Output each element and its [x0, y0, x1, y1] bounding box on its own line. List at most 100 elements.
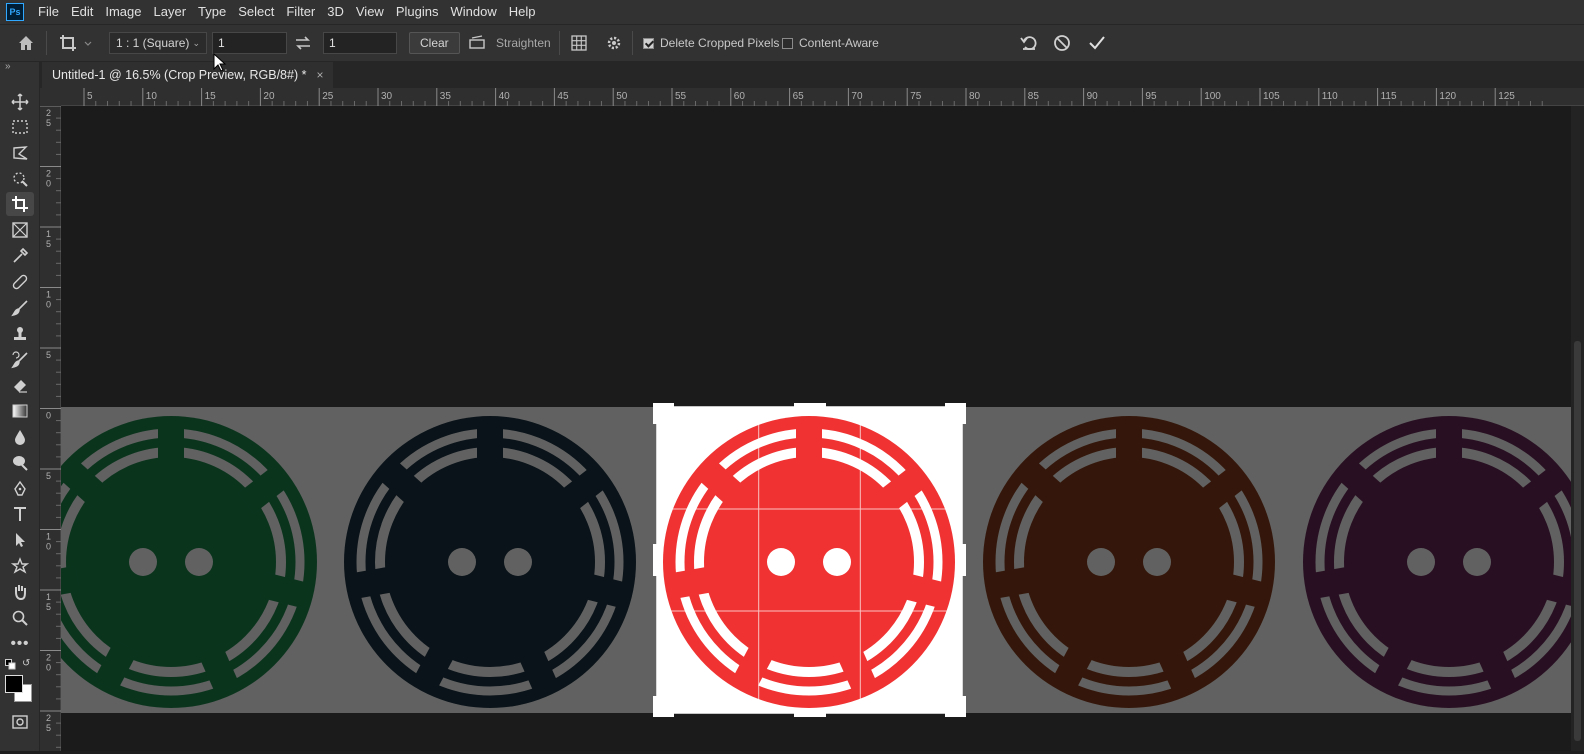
menu-file[interactable]: File — [32, 0, 65, 24]
ruler-tick-label: 15 — [205, 91, 217, 102]
ratio-preset-value: 1 : 1 (Square) — [116, 36, 190, 50]
cancel-crop-icon[interactable] — [1052, 32, 1072, 54]
overlay-grid-icon[interactable] — [570, 32, 588, 54]
lasso-tool-icon[interactable] — [6, 141, 34, 165]
ruler-tick-label: 0 — [46, 179, 51, 189]
ruler-tick-label: 2 — [46, 653, 51, 663]
ruler-tick-label: 0 — [46, 663, 51, 673]
clone-stamp-tool-icon[interactable] — [6, 322, 34, 346]
menu-window[interactable]: Window — [444, 0, 502, 24]
marquee-tool-icon[interactable] — [6, 115, 34, 139]
crop-tool-preset-icon[interactable] — [58, 32, 92, 54]
crop-tool-icon[interactable] — [6, 192, 34, 216]
swap-dimensions-icon[interactable] — [294, 32, 312, 54]
content-aware-checkbox[interactable]: Content-Aware — [782, 32, 879, 54]
clear-button[interactable]: Clear — [409, 32, 460, 54]
close-icon[interactable]: × — [316, 68, 323, 82]
menu-type[interactable]: Type — [192, 0, 232, 24]
ruler-tick-label: 1 — [46, 290, 51, 300]
ruler-tick-label: 5 — [46, 471, 51, 481]
ruler-tick-label: 45 — [557, 91, 569, 102]
document-tab[interactable]: Untitled-1 @ 16.5% (Crop Preview, RGB/8#… — [42, 62, 334, 88]
ruler-tick-label: 25 — [322, 91, 334, 102]
red-button — [663, 416, 955, 708]
default-colors-icon[interactable] — [5, 658, 16, 673]
straighten-label: Straighten — [496, 36, 551, 50]
ruler-tick-label: 1 — [46, 532, 51, 542]
frame-tool-icon[interactable] — [6, 218, 34, 242]
gear-icon[interactable] — [605, 32, 623, 54]
blur-tool-icon[interactable] — [6, 425, 34, 449]
ruler-tick-label: 40 — [499, 91, 511, 102]
canvas-area[interactable] — [25, 106, 1584, 751]
commit-crop-icon[interactable] — [1087, 32, 1107, 54]
ruler-tick-label: 85 — [1028, 91, 1040, 102]
path-selection-tool-icon[interactable] — [6, 528, 34, 552]
menu-edit[interactable]: Edit — [65, 0, 99, 24]
more-tools-icon[interactable]: ••• — [6, 631, 34, 655]
history-brush-tool-icon[interactable] — [6, 348, 34, 372]
ruler-tick-label: 30 — [381, 91, 393, 102]
gradient-tool-icon[interactable] — [6, 399, 34, 423]
home-icon[interactable] — [16, 32, 36, 54]
menu-select[interactable]: Select — [232, 0, 280, 24]
ruler-tick-label: 95 — [1145, 91, 1157, 102]
ruler-tick-label: 20 — [263, 91, 275, 102]
ruler-tick-label: 2 — [46, 108, 51, 118]
type-tool-icon[interactable] — [6, 502, 34, 526]
ratio-preset-select[interactable]: 1 : 1 (Square) ⌄ — [109, 32, 207, 54]
menu-view[interactable]: View — [350, 0, 390, 24]
horizontal-ruler[interactable]: 5 10 15 20 25 30 35 40 45 50 55 60 65 70 75 80 85 90 95 100… — [61, 88, 1584, 106]
shape-tool-icon[interactable] — [6, 554, 34, 578]
ruler-tick-label: 90 — [1087, 91, 1099, 102]
mouse-cursor-icon — [213, 53, 227, 72]
ruler-tick-label: 5 — [87, 91, 93, 102]
delete-cropped-pixels-checkbox[interactable]: Delete Cropped Pixels — [643, 32, 779, 54]
brush-tool-icon[interactable] — [6, 296, 34, 320]
swap-colors-icon[interactable]: ↺ — [22, 658, 30, 669]
menu-image[interactable]: Image — [99, 0, 147, 24]
ruler-tick-label: 100 — [1204, 91, 1221, 102]
zoom-tool-icon[interactable] — [6, 606, 34, 630]
ruler-tick-label: 65 — [793, 91, 805, 102]
quick-selection-tool-icon[interactable] — [6, 167, 34, 191]
ruler-tick-label: 2 — [46, 713, 51, 723]
foreground-color-swatch[interactable] — [5, 675, 23, 693]
ruler-tick-label: 120 — [1439, 91, 1456, 102]
ruler-tick-label: 60 — [734, 91, 746, 102]
hand-tool-icon[interactable] — [6, 580, 34, 604]
dodge-tool-icon[interactable] — [6, 451, 34, 475]
reset-icon[interactable] — [1019, 32, 1039, 54]
content-aware-label: Content-Aware — [799, 36, 879, 50]
crop-height-input[interactable]: 1 — [323, 32, 397, 54]
ruler-tick-label: 5 — [46, 602, 51, 612]
vertical-scrollbar[interactable] — [1571, 106, 1584, 751]
menu-plugins[interactable]: Plugins — [390, 0, 445, 24]
ruler-tick-label: 1 — [46, 592, 51, 602]
tools-panel: » ••• ↺ — [0, 61, 40, 751]
straighten-icon — [468, 34, 486, 53]
vertical-ruler-ticks: 2520151050510152025 — [40, 105, 61, 748]
menu-help[interactable]: Help — [503, 0, 542, 24]
healing-brush-tool-icon[interactable] — [6, 270, 34, 294]
ruler-tick-label: 70 — [851, 91, 863, 102]
document-canvas[interactable] — [25, 106, 1584, 751]
document-tab-bar: Untitled-1 @ 16.5% (Crop Preview, RGB/8#… — [40, 62, 1584, 88]
move-tool-icon[interactable] — [6, 90, 34, 114]
pen-tool-icon[interactable] — [6, 477, 34, 501]
straighten-button[interactable]: Straighten — [468, 32, 551, 54]
eyedropper-tool-icon[interactable] — [6, 244, 34, 268]
crop-shade-left — [61, 407, 657, 713]
ruler-tick-label: 80 — [969, 91, 981, 102]
crop-width-input[interactable]: 1 — [212, 32, 287, 54]
menu-filter[interactable]: Filter — [280, 0, 321, 24]
panel-collapse-icon[interactable]: » — [5, 61, 11, 72]
menu-layer[interactable]: Layer — [148, 0, 193, 24]
horizontal-ruler-ticks: 5 10 15 20 25 30 35 40 45 50 55 60 65 70 75 80 85 90 95 100… — [83, 88, 1543, 106]
eraser-tool-icon[interactable] — [6, 373, 34, 397]
menu-3d[interactable]: 3D — [321, 0, 350, 24]
delete-cropped-checkbox-box — [643, 37, 654, 49]
scrollbar-thumb[interactable] — [1574, 341, 1581, 741]
vertical-ruler[interactable]: 2520151050510152025 — [40, 105, 61, 751]
quick-mask-icon[interactable] — [6, 710, 34, 734]
